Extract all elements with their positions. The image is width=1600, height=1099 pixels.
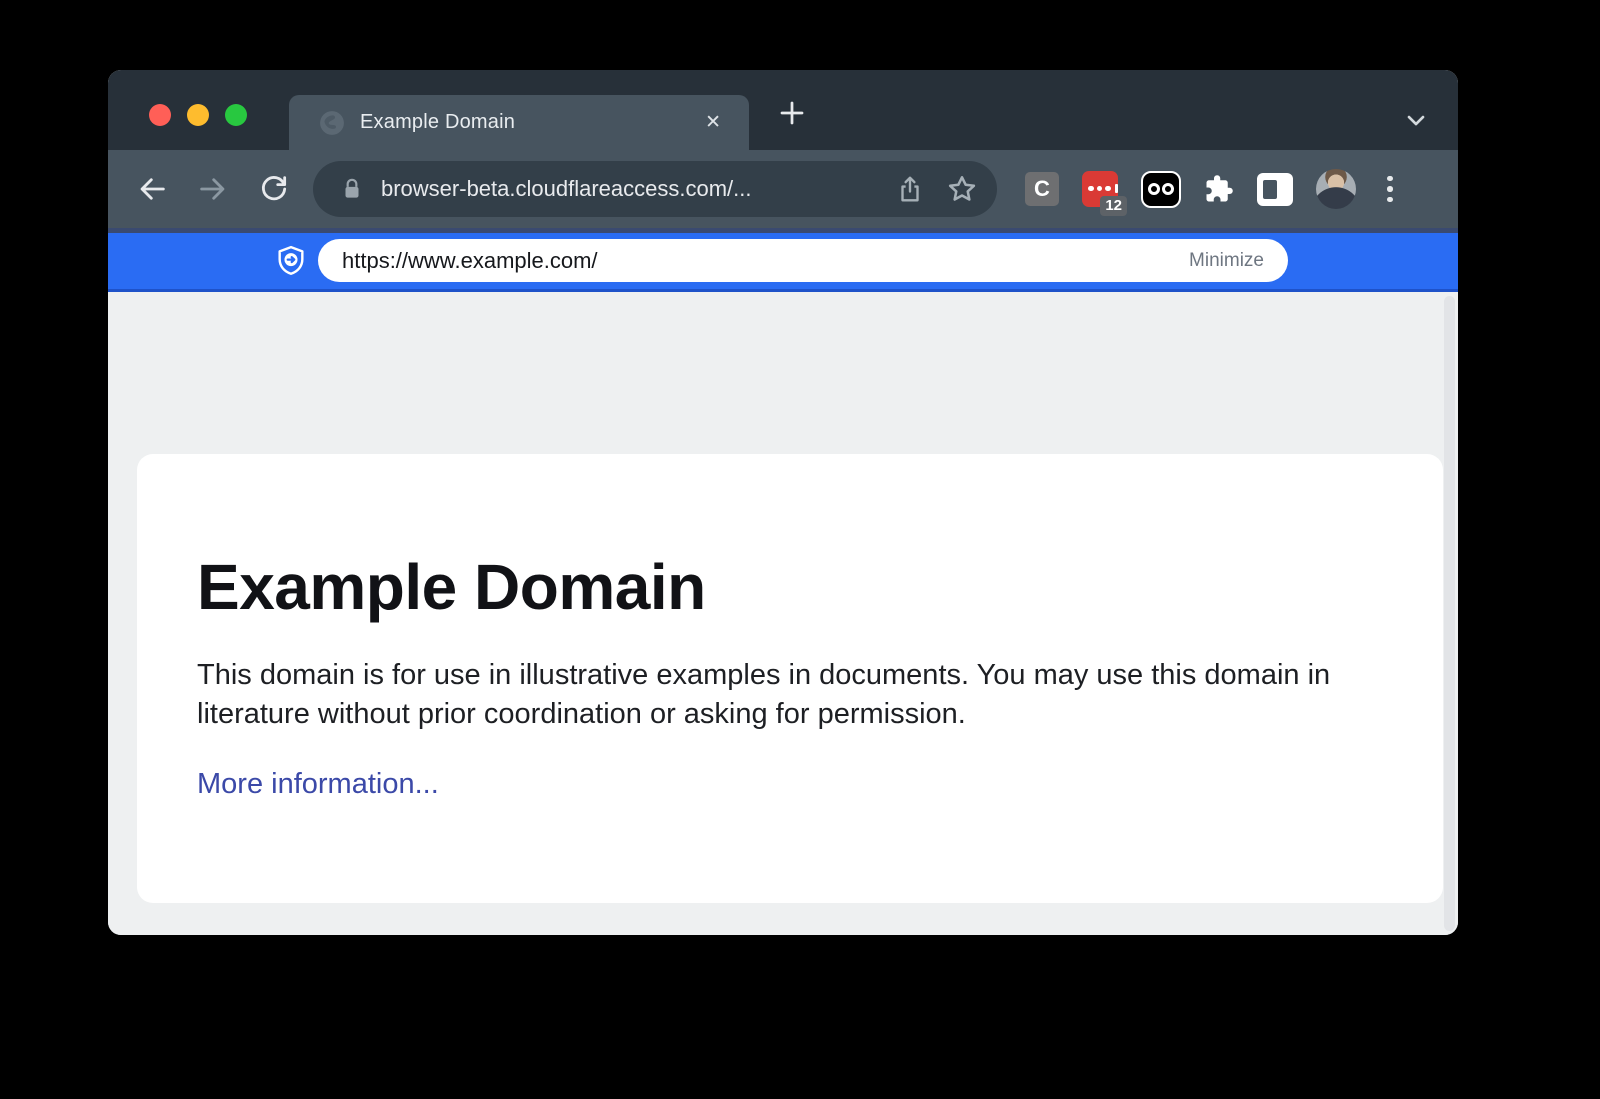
plus-icon [777, 98, 807, 128]
extension-badge-count: 12 [1100, 196, 1127, 216]
extensions-menu-button[interactable] [1204, 174, 1234, 204]
bookmark-button[interactable] [945, 172, 979, 206]
close-window-button[interactable] [149, 104, 171, 126]
vertical-scrollbar[interactable] [1444, 296, 1455, 931]
kebab-dot [1387, 176, 1393, 182]
extensions-area: C 12 [1025, 169, 1401, 209]
tab-search-chevron-button[interactable] [1402, 106, 1430, 134]
extension-password-manager-icon[interactable]: 12 [1082, 171, 1118, 207]
share-button[interactable] [893, 172, 927, 206]
lock-icon [339, 176, 365, 202]
content-card: Example Domain This domain is for use in… [137, 454, 1443, 903]
side-panel-icon [1263, 180, 1277, 199]
address-url-text[interactable]: browser-beta.cloudflareaccess.com/... [381, 176, 893, 202]
tab-strip: Example Domain ✕ [108, 70, 1458, 150]
tab-title: Example Domain [360, 111, 701, 134]
circle-icon [1148, 183, 1160, 195]
remote-url-bar: https://www.example.com/ Minimize [318, 239, 1288, 282]
page-paragraph: This domain is for use in illustrative e… [197, 656, 1352, 734]
browser-window: Example Domain ✕ [108, 70, 1458, 935]
page-viewport: Example Domain This domain is for use in… [108, 292, 1458, 935]
address-bar[interactable]: browser-beta.cloudflareaccess.com/... [313, 161, 997, 217]
browser-menu-button[interactable] [1379, 172, 1401, 207]
reload-icon [258, 173, 290, 205]
minimize-window-button[interactable] [187, 104, 209, 126]
kebab-dot [1387, 186, 1393, 192]
circle-icon [1162, 183, 1174, 195]
minimize-bar-button[interactable]: Minimize [1189, 250, 1264, 272]
page-title: Example Domain [197, 550, 1383, 624]
forward-arrow-icon [196, 172, 230, 206]
side-panel-button[interactable] [1257, 173, 1293, 206]
puzzle-piece-icon [1204, 174, 1234, 204]
globe-favicon-icon [319, 110, 345, 136]
window-controls [149, 104, 247, 126]
extension-c-icon[interactable]: C [1025, 172, 1059, 206]
back-button[interactable] [130, 167, 174, 211]
remote-url-input[interactable]: https://www.example.com/ [342, 248, 1189, 274]
toolbar: browser-beta.cloudflareaccess.com/... C … [108, 150, 1458, 228]
shield-arrow-icon [274, 244, 308, 278]
back-arrow-icon [135, 172, 169, 206]
kebab-dot [1387, 197, 1393, 203]
chevron-down-icon [1402, 106, 1430, 134]
reload-button[interactable] [252, 167, 296, 211]
more-information-link[interactable]: More information... [197, 768, 439, 801]
zoom-window-button[interactable] [225, 104, 247, 126]
new-tab-button[interactable] [776, 97, 808, 129]
isolation-bar: https://www.example.com/ Minimize [108, 228, 1458, 292]
red-dots-icon [1088, 184, 1118, 193]
extension-two-circles-icon[interactable] [1141, 171, 1181, 208]
star-icon [946, 173, 978, 205]
tab-close-icon[interactable]: ✕ [701, 109, 725, 136]
forward-button[interactable] [191, 167, 235, 211]
tab-example-domain[interactable]: Example Domain ✕ [289, 95, 749, 150]
profile-avatar[interactable] [1316, 169, 1356, 209]
share-icon [895, 174, 925, 204]
